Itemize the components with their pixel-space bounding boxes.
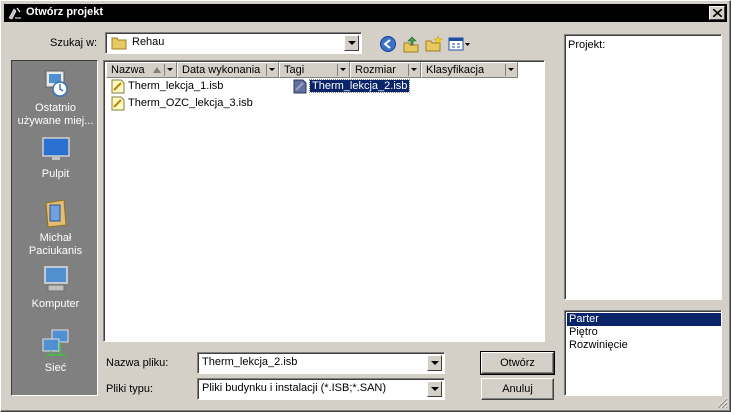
computer-icon: [43, 266, 68, 292]
column-date-label: Data wykonania: [182, 64, 261, 76]
file-type-dropdown-button[interactable]: [427, 381, 442, 397]
look-in-value: Rehau: [132, 36, 165, 48]
place-recent[interactable]: Ostatnio używane miej...: [12, 67, 99, 128]
cancel-button-label: Anuluj: [502, 383, 533, 395]
place-user[interactable]: Michał Paciukanis: [12, 197, 99, 258]
places-bar: Ostatnio używane miej... Pulpit Michał P…: [11, 60, 98, 396]
user-folder-icon: [44, 199, 67, 228]
list-item[interactable]: Therm_OZC_lekcja_3.isb: [110, 96, 253, 111]
isb-file-icon: [111, 96, 125, 111]
isb-file-icon: [293, 79, 307, 94]
file-name: Therm_OZC_lekcja_3.isb: [128, 97, 253, 109]
look-in-label: Szukaj w:: [50, 37, 98, 49]
resize-grip-icon[interactable]: [716, 397, 728, 409]
close-icon: [713, 9, 722, 17]
column-size-dropdown[interactable]: [408, 64, 419, 76]
file-list[interactable]: Nazwa Data wykonania Tagi Rozmiar Klasyf…: [103, 60, 545, 342]
up-folder-icon[interactable]: [402, 35, 420, 53]
column-tags-dropdown[interactable]: [337, 64, 348, 76]
file-name: Therm_lekcja_2.isb: [308, 79, 411, 93]
column-size-label: Rozmiar: [355, 64, 396, 76]
level-listbox[interactable]: Parter Piętro Rozwinięcie: [564, 310, 722, 396]
title-bar[interactable]: Otwórz projekt: [4, 4, 727, 22]
file-name-combo[interactable]: Therm_lekcja_2.isb: [197, 352, 445, 374]
project-label: Projekt:: [568, 39, 606, 51]
level-option-rozwiniecie[interactable]: Rozwinięcie: [567, 339, 721, 352]
place-computer[interactable]: Komputer: [12, 263, 99, 311]
column-header-classification[interactable]: Klasyfikacja: [421, 62, 518, 78]
place-user-label: Michał Paciukanis: [28, 232, 83, 257]
file-name: Therm_lekcja_1.isb: [128, 80, 224, 92]
place-network-label: Sieć: [44, 362, 67, 374]
column-tags-label: Tagi: [284, 64, 305, 76]
file-name-dropdown-button[interactable]: [427, 355, 442, 371]
window-title: Otwórz projekt: [26, 6, 104, 18]
list-item-selected[interactable]: Therm_lekcja_2.isb: [292, 79, 411, 94]
look-in-dropdown-button[interactable]: [344, 35, 359, 51]
back-icon[interactable]: [379, 35, 397, 53]
column-name-dropdown[interactable]: [164, 64, 175, 76]
column-classification-label: Klasyfikacja: [426, 64, 485, 76]
list-item[interactable]: Therm_lekcja_1.isb: [110, 79, 223, 94]
close-button[interactable]: [709, 6, 725, 20]
open-button-label: Otwórz: [500, 357, 535, 369]
open-project-dialog: Otwórz projekt Szukaj w: Rehau Ostatnio …: [0, 0, 731, 412]
level-option-pietro[interactable]: Piętro: [567, 326, 721, 339]
project-preview-panel: Projekt:: [564, 34, 722, 300]
view-menu-icon[interactable]: [448, 35, 472, 53]
column-date-dropdown[interactable]: [266, 64, 277, 76]
app-icon: [8, 7, 21, 20]
place-desktop-label: Pulpit: [41, 168, 70, 180]
column-name-label: Nazwa: [111, 64, 145, 76]
place-recent-label: Ostatnio używane miej...: [17, 102, 94, 127]
new-folder-icon[interactable]: [425, 35, 443, 53]
file-name-label: Nazwa pliku:: [106, 357, 169, 369]
column-header-tags[interactable]: Tagi: [279, 62, 350, 78]
look-in-combo[interactable]: Rehau: [105, 32, 362, 54]
column-header-name[interactable]: Nazwa: [106, 62, 177, 78]
network-icon: [42, 329, 68, 356]
level-option-parter[interactable]: Parter: [567, 313, 721, 326]
file-type-value: Pliki budynku i instalacji (*.ISB;*.SAN): [202, 382, 387, 394]
place-computer-label: Komputer: [31, 298, 80, 310]
file-name-value: Therm_lekcja_2.isb: [202, 356, 298, 368]
file-type-combo[interactable]: Pliki budynku i instalacji (*.ISB;*.SAN): [197, 378, 445, 400]
sort-ascending-icon: [153, 67, 161, 73]
cancel-button[interactable]: Anuluj: [481, 378, 554, 400]
folder-icon: [111, 37, 127, 50]
isb-file-icon: [111, 79, 125, 94]
open-button[interactable]: Otwórz: [480, 351, 555, 375]
column-header-size[interactable]: Rozmiar: [350, 62, 421, 78]
desktop-icon: [41, 137, 70, 160]
file-type-label: Pliki typu:: [106, 383, 154, 395]
place-network[interactable]: Sieć: [12, 327, 99, 375]
place-desktop[interactable]: Pulpit: [12, 133, 99, 181]
column-classification-dropdown[interactable]: [505, 64, 516, 76]
recent-places-icon: [45, 70, 68, 97]
column-header-date[interactable]: Data wykonania: [177, 62, 279, 78]
